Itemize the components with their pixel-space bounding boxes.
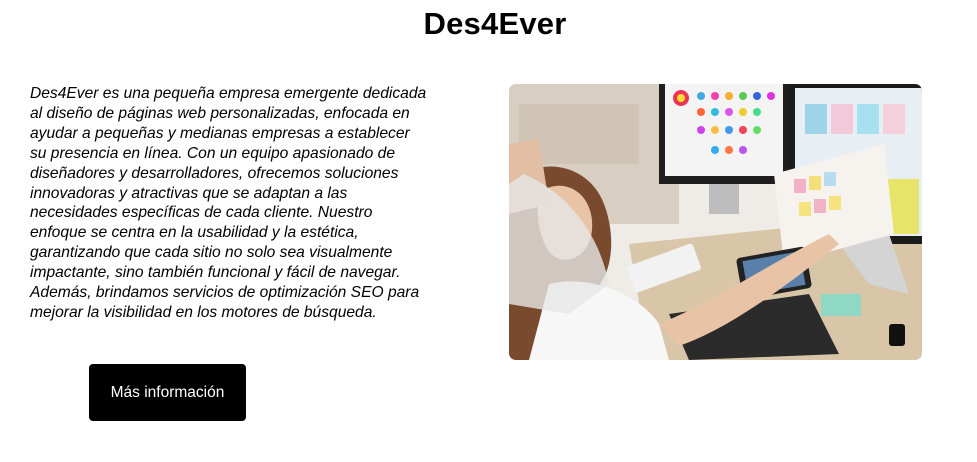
company-description: Des4Ever es una pequeña empresa emergent… (30, 85, 427, 321)
page-title: Des4Ever (423, 6, 567, 41)
more-info-button[interactable]: Más información (89, 364, 246, 421)
designers-at-work-photo (509, 84, 922, 360)
